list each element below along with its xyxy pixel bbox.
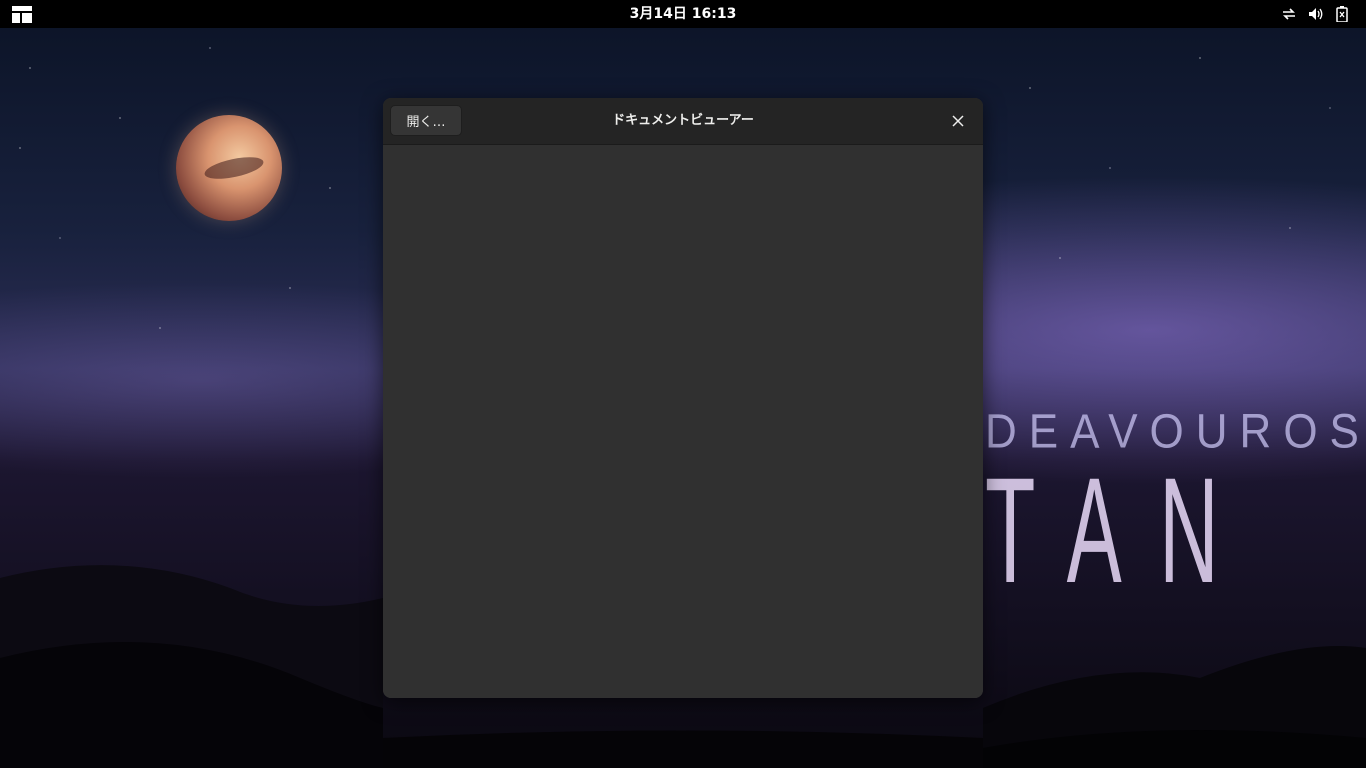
header-bar[interactable]: 開く… ドキュメントビューアー <box>383 98 983 145</box>
clock[interactable]: 3月14日 16:13 <box>630 6 737 22</box>
close-button[interactable] <box>946 109 970 133</box>
volume-icon[interactable] <box>1308 6 1324 22</box>
close-icon <box>952 115 964 127</box>
clock-label: 3月14日 16:13 <box>0 0 1366 28</box>
document-viewer-window: 開く… ドキュメントビューアー <box>383 98 983 698</box>
window-title: ドキュメントビューアー <box>612 113 754 128</box>
open-button[interactable]: 開く… <box>390 105 462 136</box>
top-bar: 3月14日 16:13 <box>0 0 1366 28</box>
wallpaper-moon <box>176 115 282 221</box>
document-content-area[interactable] <box>383 145 983 698</box>
network-sync-icon[interactable] <box>1281 6 1297 22</box>
activities-grid-icon[interactable] <box>12 6 32 23</box>
battery-icon[interactable] <box>1336 6 1348 23</box>
wallpaper-brand-large-text: TAN <box>985 446 1257 614</box>
desktop: DEAVOUROS TAN 3月14日 16:13 開く… ドキュメントビューア… <box>0 0 1366 768</box>
